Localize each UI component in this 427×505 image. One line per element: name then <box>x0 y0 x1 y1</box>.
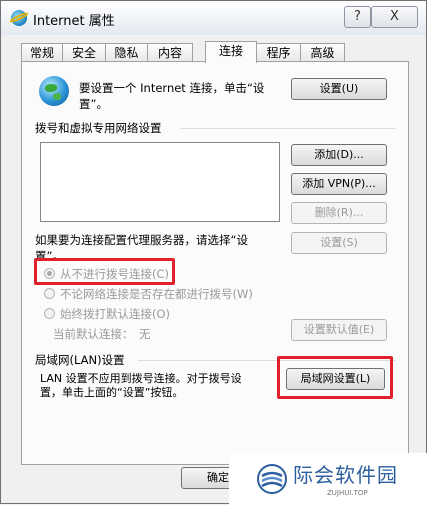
add-connection-button[interactable]: 添加(D)... <box>291 144 387 166</box>
watermark-logo-icon <box>257 464 287 494</box>
radio-always-dial[interactable] <box>44 308 55 319</box>
tab-connections[interactable]: 连接 <box>205 41 257 63</box>
dialup-settings-button[interactable]: 设置(S) <box>291 232 387 254</box>
globe-icon <box>39 76 69 106</box>
tab-privacy[interactable]: 隐私 <box>105 43 148 62</box>
highlight-box-lan-settings <box>277 356 393 399</box>
internet-properties-window: Internet 属性 ? X 常规 安全 隐私 内容 连接 程序 高级 要设置… <box>0 0 427 505</box>
title-bar: Internet 属性 ? X <box>1 1 426 35</box>
tab-content[interactable]: 内容 <box>147 43 193 62</box>
tab-programs[interactable]: 程序 <box>256 43 301 62</box>
watermark-subtitle: ZUJHUI.TOP <box>327 489 368 497</box>
lan-description-line2: 置，单击上面的“设置”按钮。 <box>40 386 184 399</box>
connections-panel: 要设置一个 Internet 连接，单击“设 置”。 设置(U) 拨号和虚拟专用… <box>21 61 409 465</box>
radio-always-dial-label: 始终拨打默认连接(O) <box>60 307 171 321</box>
watermark-name: 际会软件园 <box>293 463 398 487</box>
set-default-button[interactable]: 设置默认值(E) <box>291 319 387 341</box>
radio-dial-when-no-network-label: 不论网络连接是否存在都进行拨号(W) <box>60 287 253 301</box>
tab-security[interactable]: 安全 <box>62 43 106 62</box>
radio-dial-when-no-network[interactable] <box>44 288 55 299</box>
site-watermark: 际会软件园 ZUJHUI.TOP <box>229 453 427 505</box>
remove-connection-button[interactable]: 删除(R)... <box>291 202 387 224</box>
lan-group-heading: 局域网(LAN)设置 <box>35 353 125 367</box>
help-button[interactable]: ? <box>344 6 371 28</box>
current-default-label: 当前默认连接： <box>53 327 134 341</box>
setup-button[interactable]: 设置(U) <box>291 78 387 100</box>
close-button[interactable]: X <box>371 6 418 28</box>
internet-globe-icon <box>11 10 27 26</box>
connection-list[interactable] <box>40 142 280 222</box>
current-default-value: 无 <box>139 327 151 341</box>
add-vpn-button[interactable]: 添加 VPN(P)... <box>291 173 387 195</box>
setup-description-line1: 要设置一个 Internet 连接，单击“设 <box>79 81 265 95</box>
tab-advanced[interactable]: 高级 <box>300 43 345 62</box>
dialup-group-heading: 拨号和虚拟专用网络设置 <box>35 121 162 135</box>
setup-description-line2: 置”。 <box>79 97 108 111</box>
tab-general[interactable]: 常规 <box>21 43 63 62</box>
proxy-description-line1: 如果要为连接配置代理服务器，请选择“设 <box>35 233 248 247</box>
highlight-box-never-dial <box>34 258 175 285</box>
dialup-group-divider <box>180 128 396 129</box>
window-title: Internet 属性 <box>33 14 115 29</box>
